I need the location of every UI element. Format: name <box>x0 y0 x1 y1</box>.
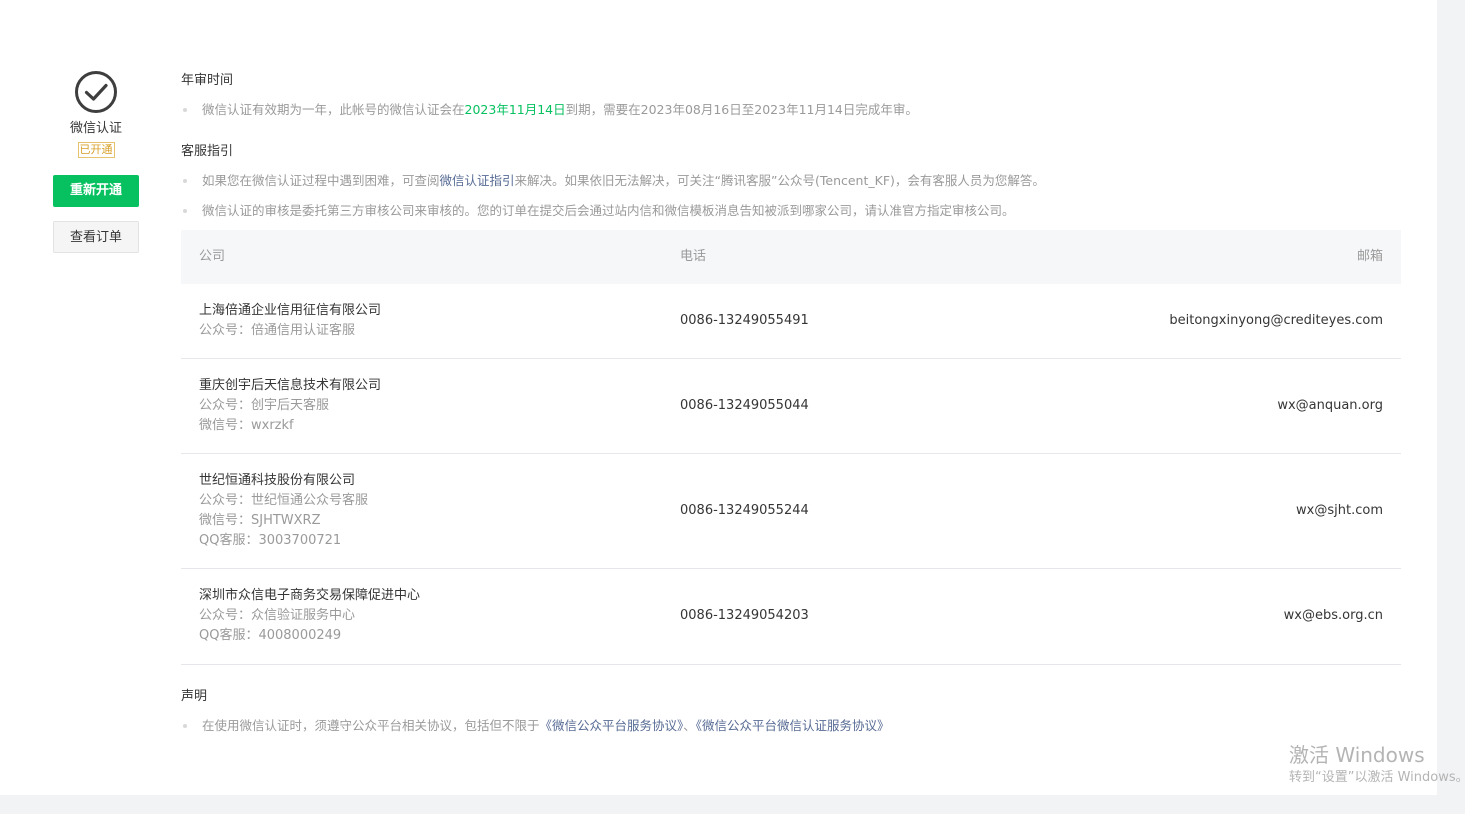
phone-cell: 0086-13249054203 <box>680 608 809 623</box>
certification-agreement-link[interactable]: 《微信公众平台微信认证服务协议》 <box>696 718 890 733</box>
content-panel: 微信认证 已开通 重新开通 查看订单 年审时间 微信认证有效期为一年，此帐号的微… <box>0 0 1437 795</box>
support-item1-prefix: 如果您在微信认证过程中遇到困难，可查阅 <box>202 173 440 188</box>
table-row: 世纪恒通科技股份有限公司 公众号：世纪恒通公众号客服 微信号：SJHTWXRZ … <box>181 454 1401 569</box>
status-badge: 已开通 <box>77 142 115 158</box>
table-row: 上海倍通企业信用征信有限公司 公众号：倍通信用认证客服 0086-1324905… <box>181 284 1401 359</box>
company-detail: QQ客服：3003700721 <box>199 533 342 548</box>
header-phone: 电话 <box>680 249 707 264</box>
company-detail: 公众号：众信验证服务中心 <box>199 608 356 623</box>
statement-title: 声明 <box>181 689 208 704</box>
header-company: 公司 <box>199 249 226 264</box>
email-cell: wx@anquan.org <box>1277 398 1383 413</box>
support-item1-suffix: 来解决。如果依旧无法解决，可关注“腾讯客服”公众号(Tencent_KF)，会有… <box>514 173 1045 188</box>
table-row: 深圳市众信电子商务交易保障促进中心 公众号：众信验证服务中心 QQ客服：4008… <box>181 569 1401 665</box>
email-cell: beitongxinyong@crediteyes.com <box>1169 313 1383 328</box>
support-item-review: 微信认证的审核是委托第三方审核公司来审核的。您的订单在提交后会通过站内信和微信模… <box>181 202 1015 220</box>
company-cell: 深圳市众信电子商务交易保障促进中心 公众号：众信验证服务中心 QQ客服：4008… <box>199 586 420 646</box>
company-name: 上海倍通企业信用征信有限公司 <box>199 303 382 318</box>
phone-cell: 0086-13249055244 <box>680 503 809 518</box>
support-item2-text: 微信认证的审核是委托第三方审核公司来审核的。您的订单在提交后会通过站内信和微信模… <box>202 203 1015 218</box>
statement-text: 在使用微信认证时，须遵守公众平台相关协议，包括但不限于《微信公众平台服务协议》、… <box>181 717 890 735</box>
table-header: 公司 电话 邮箱 <box>181 230 1401 284</box>
phone-cell: 0086-13249055491 <box>680 313 809 328</box>
company-detail: 微信号：wxrzkf <box>199 418 294 433</box>
company-cell: 世纪恒通科技股份有限公司 公众号：世纪恒通公众号客服 微信号：SJHTWXRZ … <box>199 471 368 551</box>
review-company-table: 公司 电话 邮箱 上海倍通企业信用征信有限公司 公众号：倍通信用认证客服 008… <box>181 230 1401 665</box>
company-name: 重庆创宇后天信息技术有限公司 <box>199 378 382 393</box>
table-row: 重庆创宇后天信息技术有限公司 公众号：创宇后天客服 微信号：wxrzkf 008… <box>181 359 1401 454</box>
service-name: 微信认证 <box>69 121 122 136</box>
email-cell: wx@sjht.com <box>1296 503 1383 518</box>
annual-review-suffix: 到期，需要在2023年08月16日至2023年11月14日完成年审。 <box>565 102 918 117</box>
windows-activation-watermark: 激活 Windows 转到“设置”以激活 Windows。 <box>1289 742 1465 787</box>
statement-separator: 、 <box>683 718 696 733</box>
header-email: 邮箱 <box>1356 249 1383 264</box>
expiry-date: 2023年11月14日 <box>464 102 566 117</box>
company-detail: 公众号：倍通信用认证客服 <box>199 323 356 338</box>
check-circle-icon <box>75 71 117 113</box>
service-agreement-link[interactable]: 《微信公众平台服务协议》 <box>540 718 684 733</box>
phone-cell: 0086-13249055044 <box>680 398 809 413</box>
support-title: 客服指引 <box>181 144 234 159</box>
watermark-subtitle: 转到“设置”以激活 Windows。 <box>1289 770 1465 785</box>
company-detail: 公众号：世纪恒通公众号客服 <box>199 493 369 508</box>
statement-prefix: 在使用微信认证时，须遵守公众平台相关协议，包括但不限于 <box>202 718 540 733</box>
company-name: 世纪恒通科技股份有限公司 <box>199 473 356 488</box>
company-detail: 公众号：创宇后天客服 <box>199 398 330 413</box>
watermark-title: 激活 Windows <box>1289 743 1425 767</box>
company-name: 深圳市众信电子商务交易保障促进中心 <box>199 588 421 603</box>
renew-button[interactable]: 重新开通 <box>53 175 139 207</box>
view-orders-button[interactable]: 查看订单 <box>53 221 139 253</box>
annual-review-prefix: 微信认证有效期为一年，此帐号的微信认证会在 <box>202 102 465 117</box>
annual-review-title: 年审时间 <box>181 73 234 88</box>
service-sidebar: 微信认证 已开通 重新开通 查看订单 <box>53 70 139 253</box>
email-cell: wx@ebs.org.cn <box>1283 608 1383 623</box>
support-item-guide: 如果您在微信认证过程中遇到困难，可查阅微信认证指引来解决。如果依旧无法解决，可关… <box>181 172 1045 190</box>
company-cell: 重庆创宇后天信息技术有限公司 公众号：创宇后天客服 微信号：wxrzkf <box>199 376 381 436</box>
annual-review-text: 微信认证有效期为一年，此帐号的微信认证会在2023年11月14日到期，需要在20… <box>181 101 918 119</box>
company-detail: 微信号：SJHTWXRZ <box>199 513 321 528</box>
certification-guide-link[interactable]: 微信认证指引 <box>440 173 515 188</box>
company-cell: 上海倍通企业信用征信有限公司 公众号：倍通信用认证客服 <box>199 301 381 341</box>
company-detail: QQ客服：4008000249 <box>199 628 342 643</box>
